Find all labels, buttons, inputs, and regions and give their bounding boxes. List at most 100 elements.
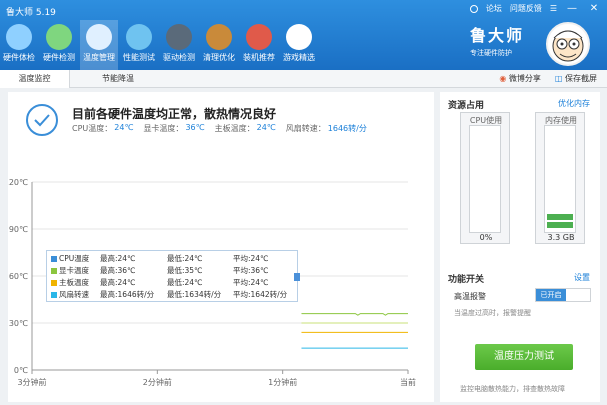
- optimize-memory-link[interactable]: 优化内存: [558, 98, 590, 109]
- nav-item-6[interactable]: 装机推荐: [240, 20, 278, 70]
- legend-avg: 平均:1642转/分: [233, 290, 288, 299]
- collapse-legend-icon[interactable]: [294, 273, 300, 281]
- nav-item-label: 性能测试: [123, 53, 155, 62]
- legend-avg: 平均:36℃: [233, 266, 269, 275]
- legend-name: CPU温度: [59, 254, 90, 263]
- settings-link[interactable]: 设置: [574, 272, 590, 283]
- nav-item-1[interactable]: 硬件检测: [40, 20, 78, 70]
- share-actions: ◉ 微博分享 ◫ 保存截屏: [499, 73, 597, 84]
- legend-min: 最低:1634转/分: [167, 290, 222, 299]
- weibo-share-label: 微博分享: [508, 74, 541, 83]
- nav-item-label: 清理优化: [203, 53, 235, 62]
- memory-usage-value: 3.3 GB: [547, 233, 575, 242]
- legend-swatch: [51, 256, 57, 262]
- nav-item-5[interactable]: 清理优化: [200, 20, 238, 70]
- nav-item-7[interactable]: 游戏精选: [280, 20, 318, 70]
- nav-item-label: 游戏精选: [283, 53, 315, 62]
- weibo-icon: ◉: [499, 74, 509, 83]
- app-title: 鲁大师 5.19: [6, 8, 56, 18]
- gamepad-icon: [286, 24, 312, 50]
- forum-link[interactable]: 论坛: [486, 3, 502, 14]
- driver-icon: [166, 24, 192, 50]
- high-temp-alarm-label: 高温报警: [454, 292, 486, 301]
- stress-test-button[interactable]: 温度压力测试: [475, 344, 573, 370]
- y-tick-label: 120℃: [8, 178, 28, 187]
- x-tick-label: 1分钟前: [268, 377, 297, 387]
- legend-swatch: [51, 280, 57, 286]
- cpu-gauge-meter: [469, 125, 501, 233]
- legend-avg: 平均:24℃: [233, 254, 269, 263]
- camera-icon: ◫: [554, 74, 565, 83]
- legend-avg: 平均:24℃: [233, 278, 269, 287]
- nav-item-label: 装机推荐: [243, 53, 275, 62]
- settings-icon[interactable]: ☰: [550, 4, 557, 13]
- high-temp-alarm-toggle[interactable]: 已开启: [535, 288, 591, 302]
- legend-row: CPU温度 最高:24℃ 最低:24℃ 平均:24℃: [47, 253, 293, 265]
- nav-item-label: 硬件体检: [3, 53, 35, 62]
- memory-gauge: 内存使用 3.3 GB: [535, 112, 585, 244]
- cpu-usage-value: 0%: [479, 233, 493, 242]
- nav-item-label: 硬件检测: [43, 53, 75, 62]
- chart-legend: CPU温度 最高:24℃ 最低:24℃ 平均:24℃ 显卡温度 最高:36℃ 最低:35℃ 平…: [46, 250, 300, 302]
- nav-item-label: 温度管理: [83, 53, 115, 62]
- legend-swatch: [51, 268, 57, 274]
- cpu-gauge: CPU使用 0%: [460, 112, 510, 244]
- legend-swatch: [51, 292, 57, 298]
- legend-min: 最低:24℃: [167, 254, 203, 263]
- legend-name: 风扇转速: [59, 290, 89, 299]
- weibo-share-button[interactable]: ◉ 微博分享: [499, 73, 541, 84]
- chip-icon: [46, 24, 72, 50]
- x-tick-label: 2分钟前: [143, 377, 172, 387]
- y-tick-label: 90℃: [9, 225, 28, 234]
- legend-row: 风扇转速 最高:1646转/分 最低:1634转/分 平均:1642转/分: [47, 289, 293, 301]
- skin-icon[interactable]: [469, 4, 478, 13]
- monitor-icon: [6, 24, 32, 50]
- mascot-avatar-icon[interactable]: [546, 22, 590, 66]
- temperature-panel: 目前各硬件温度均正常，散热情况良好 CPU温度： 24℃ 显卡温度： 36℃ 主板温度：…: [8, 92, 434, 402]
- legend-min: 最低:24℃: [167, 278, 203, 287]
- gauge-bar: [547, 222, 573, 228]
- brand: 鲁大师 专注硬件防护: [470, 22, 524, 58]
- x-tick-label: 当前: [400, 377, 416, 387]
- y-tick-label: 60℃: [9, 272, 28, 281]
- broom-icon: [206, 24, 232, 50]
- y-tick-label: 0℃: [14, 366, 28, 375]
- nav-item-2[interactable]: 温度管理: [80, 20, 118, 70]
- y-tick-label: 30℃: [9, 319, 28, 328]
- sub-tabs: 温度监控 节能降温 ◉ 微博分享 ◫ 保存截屏: [0, 70, 607, 88]
- nav-item-0[interactable]: 硬件体检: [0, 20, 38, 70]
- legend-max: 最高:1646转/分: [100, 290, 155, 299]
- temperature-icon: [86, 24, 112, 50]
- title-bar: 鲁大师 5.19 论坛 问题反馈 ☰ — ✕: [0, 0, 607, 20]
- alarm-note: 当温度过高时，报警提醒: [454, 309, 531, 317]
- legend-max: 最高:36℃: [100, 266, 136, 275]
- screenshot-label: 保存截屏: [565, 74, 597, 83]
- legend-max: 最高:24℃: [100, 254, 136, 263]
- stress-test-note: 监控电脑散热能力，排查散热故障: [460, 385, 565, 393]
- brand-slogan: 专注硬件防护: [470, 49, 512, 57]
- nav-item-label: 驱动检测: [163, 53, 195, 62]
- x-tick-label: 3分钟前: [17, 377, 46, 387]
- legend-row: 主板温度 最高:24℃ 最低:24℃ 平均:24℃: [47, 277, 293, 289]
- nav-item-4[interactable]: 驱动检测: [160, 20, 198, 70]
- features-title: 功能开关: [448, 275, 485, 285]
- feedback-link[interactable]: 问题反馈: [510, 3, 542, 14]
- screenshot-button[interactable]: ◫ 保存截屏: [555, 73, 597, 84]
- alarm-state: 已开启: [536, 289, 566, 301]
- series-line-1: [301, 313, 408, 316]
- gauge-bar: [547, 214, 573, 220]
- tab-temperature-monitor[interactable]: 温度监控: [0, 70, 70, 88]
- close-button[interactable]: ✕: [587, 3, 601, 14]
- speedometer-icon: [126, 24, 152, 50]
- legend-name: 主板温度: [59, 278, 89, 287]
- top-bar: 鲁大师 5.19 论坛 问题反馈 ☰ — ✕ 硬件体检 硬件检测 温度管理 性能测试驱…: [0, 0, 607, 70]
- minimize-button[interactable]: —: [565, 3, 579, 14]
- nav-item-3[interactable]: 性能测试: [120, 20, 158, 70]
- tab-power-saving[interactable]: 节能降温: [88, 70, 148, 88]
- legend-row: 显卡温度 最高:36℃ 最低:35℃ 平均:36℃: [47, 265, 293, 277]
- title-bar-actions: 论坛 问题反馈 ☰ — ✕: [469, 3, 601, 14]
- side-panel: 资源占用 优化内存 CPU使用 0% 内存使用 3.3 GB 功能开关 设置 高…: [440, 92, 600, 402]
- resource-title: 资源占用: [448, 101, 485, 111]
- brand-name: 鲁大师: [470, 26, 525, 45]
- temperature-chart: 0℃ 30℃ 60℃ 90℃ 120℃ 3分钟前 2分钟前 1分钟前 当前: [8, 178, 416, 387]
